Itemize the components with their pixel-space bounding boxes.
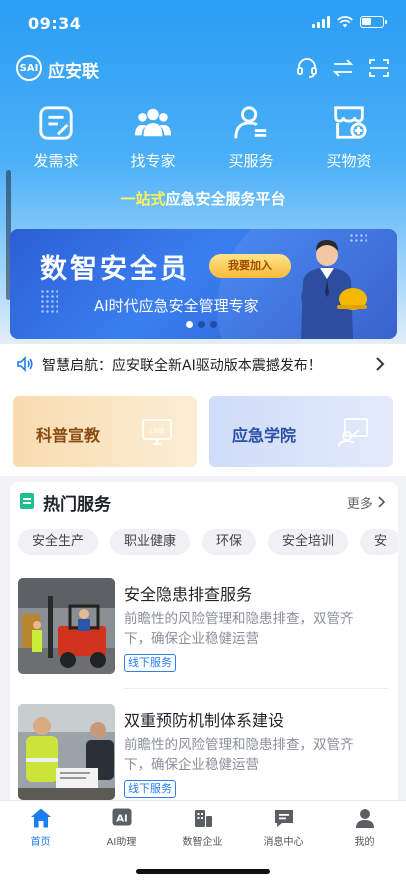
service-item[interactable]: 安全隐患排查服务 前瞻性的风险管理和隐患排查，双管齐下，确保企业稳健运营 线下服… [18,578,388,678]
quick-action-label: 找专家 [130,152,176,170]
scan-icon[interactable] [367,56,391,80]
quick-action-label: 买物资 [326,152,372,170]
offline-service-badge: 线下服务 [124,654,176,672]
post-demand-button[interactable]: 发需求 [16,104,96,171]
edit-doc-icon [39,106,73,140]
service-title: 双重预防机制体系建设 [124,711,285,730]
wifi-icon [337,16,353,28]
service-image-forklift [18,578,115,674]
promo-banner[interactable]: 数智安全员 我要加入 AI时代应急安全管理专家 [10,229,397,339]
message-icon [274,810,293,827]
nav-label: AI助理 [106,837,137,848]
science-education-card[interactable]: 科普宣教 LIVE [13,396,197,467]
home-indicator [136,869,270,874]
banner-subtitle: AI时代应急安全管理专家 [94,297,259,315]
svg-text:LIVE: LIVE [149,427,164,435]
nav-label: 首页 [30,837,51,848]
status-time: 09:34 [28,14,82,33]
announcement-text: 智慧启航：应安联全新AI驱动版本震撼发布！ [42,358,322,374]
app-header: SAI 应安联 [0,52,406,84]
live-tv-icon: LIVE [142,419,172,445]
platform-slogan: 一站式应急安全服务平台 [0,188,406,209]
announcement-bar[interactable]: 智慧启航：应安联全新AI驱动版本震撼发布！ [0,344,406,384]
find-expert-button[interactable]: 找专家 [113,104,193,171]
app-name: 应安联 [48,62,99,82]
chevron-right-icon [378,496,386,508]
building-icon [194,810,212,827]
service-item[interactable]: 双重预防机制体系建设 前瞻性的风险管理和隐患排查，双管齐下，确保企业稳健运营 线… [18,704,388,804]
tag-occupational-health[interactable]: 职业健康 [110,529,191,555]
banner-title: 数智安全员 [40,254,190,285]
battery-icon [360,16,387,28]
nav-label: 消息中心 [263,837,304,848]
signal-icon [312,16,330,28]
profile-icon [355,809,374,828]
nav-home[interactable]: 首页 [0,807,81,848]
tag-safety-training[interactable]: 安全培训 [268,529,349,555]
banner-decoration [40,289,58,313]
tag-environment[interactable]: 环保 [202,529,257,555]
emergency-academy-card[interactable]: 应急学院 [209,396,393,467]
service-image-meeting [18,704,115,800]
teacher-board-icon [338,418,368,448]
nav-label: 我的 [354,837,375,848]
service-title: 安全隐患排查服务 [124,585,253,604]
status-bar: 09:34 [0,0,406,46]
join-button[interactable]: 我要加入 [209,254,291,278]
hot-services-section: 热门服务 更多 安全生产 职业健康 环保 安全培训 安 安全隐患排查服务 前瞻性… [10,482,398,812]
tag-safety-production[interactable]: 安全生产 [18,529,99,555]
slogan-highlight: 一站式 [120,190,166,208]
more-label: 更多 [346,497,373,512]
quick-actions: 发需求 找专家 买服务 买物资 [0,104,406,170]
nav-messages[interactable]: 消息中心 [243,807,324,848]
card-label: 科普宣教 [36,426,101,445]
more-link[interactable]: 更多 [347,493,386,512]
nav-profile[interactable]: 我的 [324,807,405,848]
speaker-icon [17,356,33,372]
safety-officer-illustration [301,240,367,339]
section-title: 热门服务 [43,495,111,515]
ai-icon: AI [112,808,131,826]
buy-material-button[interactable]: 买物资 [309,104,389,171]
app-logo: SAI [16,55,42,81]
quick-action-label: 买服务 [228,152,274,170]
list-icon [20,493,34,509]
switch-icon[interactable] [331,56,355,80]
shop-icon [334,106,367,139]
service-description: 前瞻性的风险管理和隐患排查，双管齐下，确保企业稳健运营 [124,611,354,647]
customer-service-icon[interactable] [295,56,319,80]
service-person-icon [234,106,267,139]
feature-cards: 科普宣教 LIVE 应急学院 [0,384,406,476]
experts-icon [134,108,172,137]
category-tags: 安全生产 职业健康 环保 安全培训 安 [18,529,398,555]
nav-ai-assistant[interactable]: AI AI助理 [81,807,162,848]
svg-text:AI: AI [116,814,127,825]
buy-service-button[interactable]: 买服务 [211,104,291,171]
offline-service-badge: 线下服务 [124,780,176,798]
nav-smart-enterprise[interactable]: 数智企业 [162,807,243,848]
chevron-right-icon [376,357,385,371]
tag-more[interactable]: 安 [360,529,398,555]
banner-pager [186,321,217,328]
home-icon [30,808,51,828]
quick-action-label: 发需求 [33,152,79,170]
card-label: 应急学院 [232,426,297,445]
divider [124,688,388,689]
slogan-text: 应急安全服务平台 [165,190,286,208]
nav-label: 数智企业 [182,837,223,848]
service-description: 前瞻性的风险管理和隐患排查，双管齐下，确保企业稳健运营 [124,737,354,773]
status-icons [312,16,387,28]
